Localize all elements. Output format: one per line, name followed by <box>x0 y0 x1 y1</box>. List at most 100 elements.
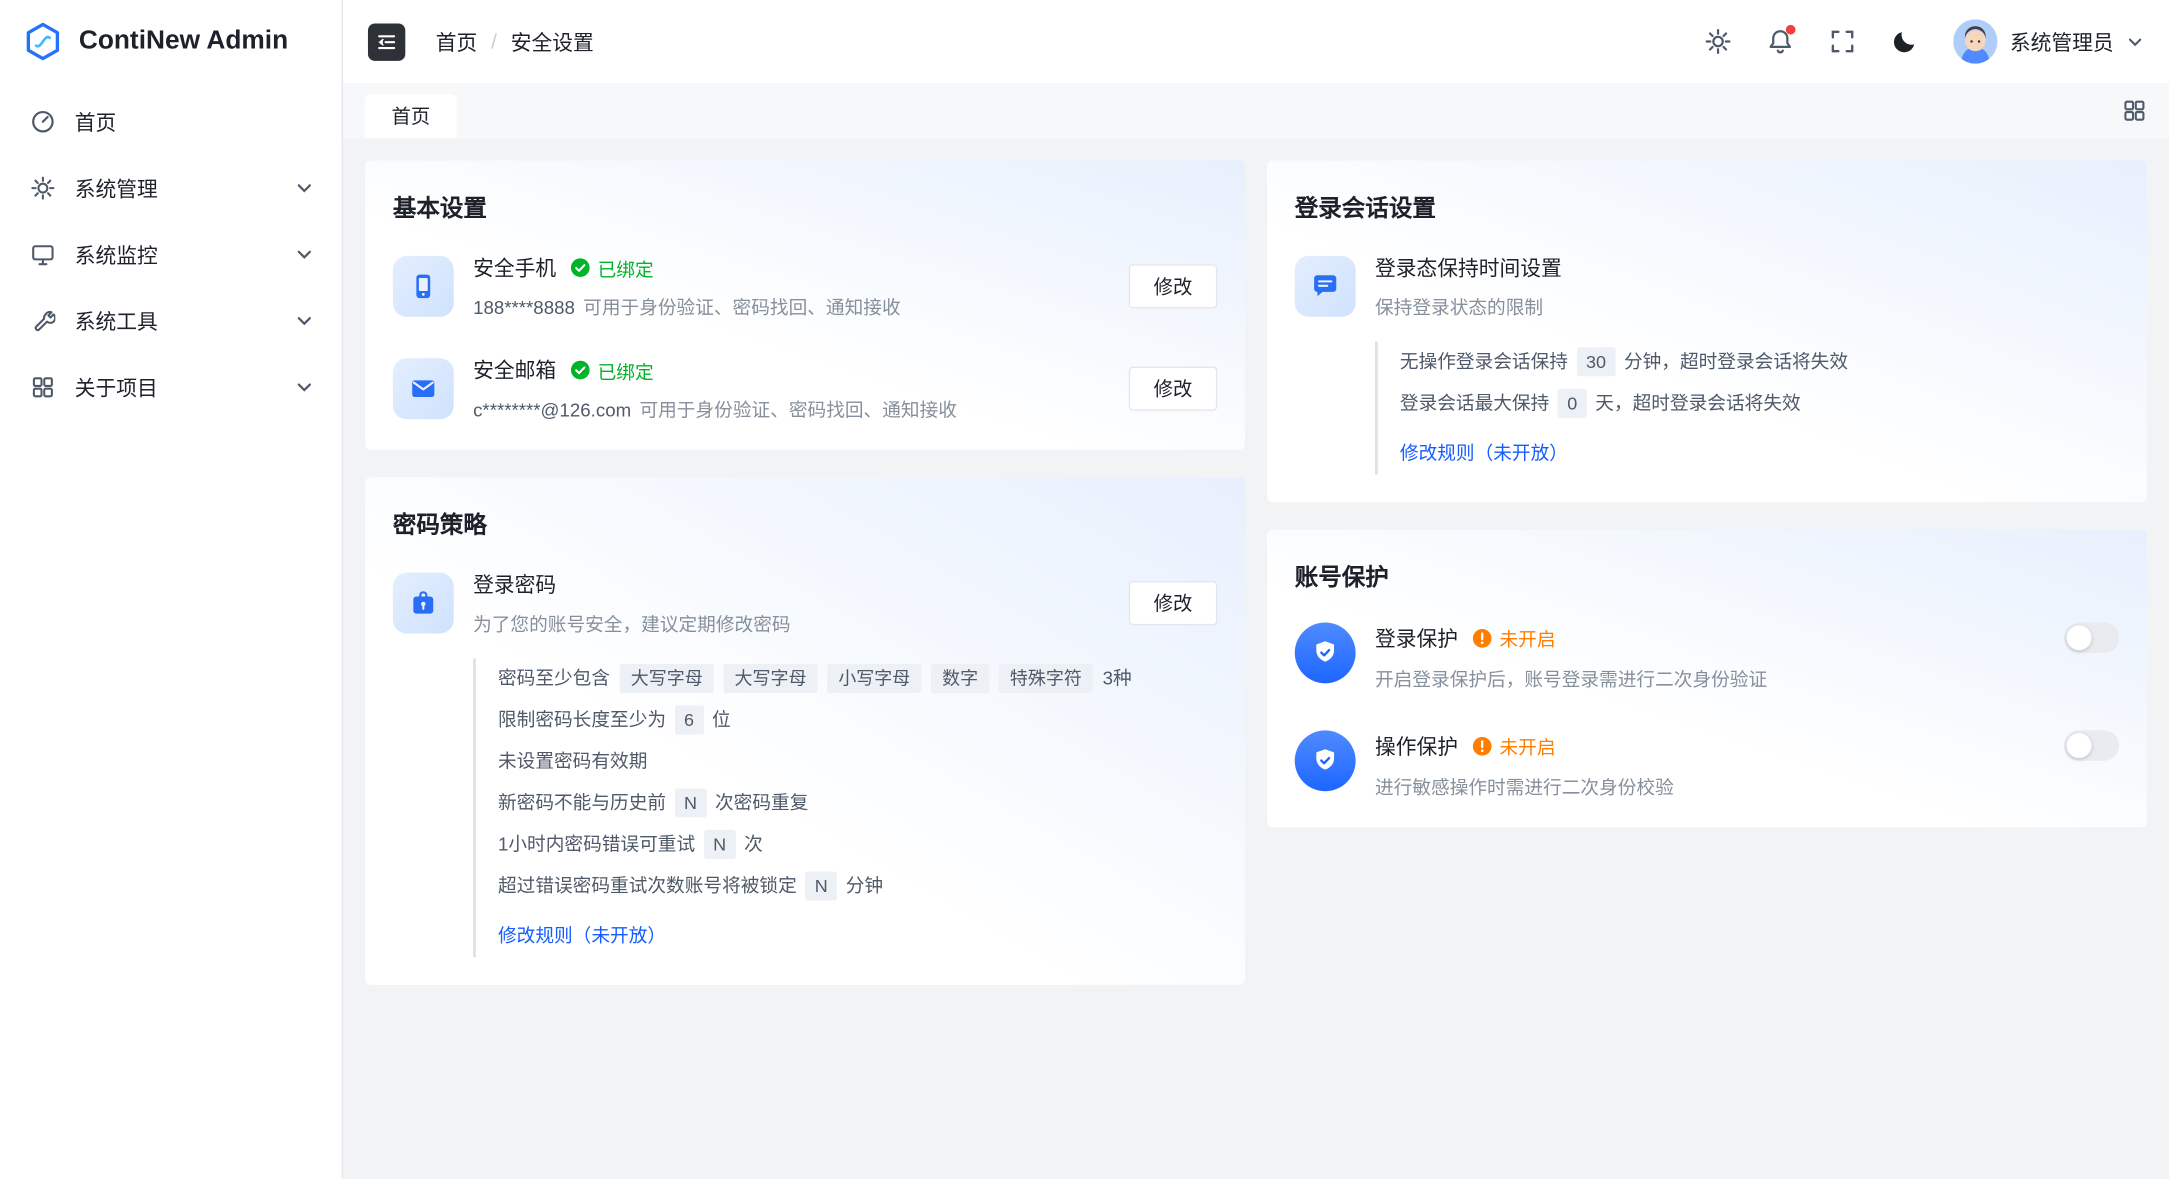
sidebar-item-label: 首页 <box>75 107 314 136</box>
rule-retry: 1小时内密码错误可重试N次 <box>498 824 1217 865</box>
card-title: 账号保护 <box>1295 557 2119 592</box>
notifications-bell-icon[interactable] <box>1766 28 1794 56</box>
app-root: ContiNew Admin 首页 系统管理 <box>0 0 2169 1179</box>
dark-mode-moon-icon[interactable] <box>1891 28 1919 56</box>
modify-rules-link[interactable]: 修改规则（未开放） <box>1400 433 1568 474</box>
chat-icon <box>1295 256 1356 317</box>
badge-label: 已绑定 <box>598 254 654 282</box>
account-protection-card: 账号保护 登录保护 未开启 <box>1267 530 2147 827</box>
shield-check-icon <box>1295 622 1356 683</box>
warning-circle-icon <box>1472 735 1493 756</box>
rule-length: 限制密码长度至少为6位 <box>498 700 1217 741</box>
row-subtitle: 为了您的账号安全，建议定期修改密码 <box>473 609 1109 637</box>
sidebar: ContiNew Admin 首页 系统管理 <box>0 0 343 1179</box>
tab-bar: 首页 <box>343 83 2169 138</box>
password-lock-icon <box>393 573 454 634</box>
row-body: 安全邮箱 已绑定 c********@126.com可用于身份验证、密码找回、通… <box>473 356 1109 422</box>
modify-email-button[interactable]: 修改 <box>1129 367 1218 411</box>
notification-dot <box>1786 25 1796 35</box>
not-enabled-badge: 未开启 <box>1472 624 1556 652</box>
app-logo-icon <box>22 21 63 62</box>
tab-home[interactable]: 首页 <box>365 94 456 138</box>
breadcrumb-separator: / <box>491 30 497 54</box>
bound-badge: 已绑定 <box>570 356 654 384</box>
shield-check-icon <box>1295 730 1356 791</box>
main-area: 首页 / 安全设置 <box>343 0 2169 1179</box>
value-chip: N <box>674 788 706 817</box>
switch-knob <box>2067 733 2092 758</box>
app-title: ContiNew Admin <box>79 26 288 56</box>
sidebar-item-system-tools[interactable]: 系统工具 <box>11 293 331 348</box>
user-menu[interactable]: 系统管理员 <box>1953 19 2144 63</box>
collapse-sidebar-button[interactable] <box>368 23 405 60</box>
sidebar-item-label: 系统管理 <box>75 174 276 203</box>
row-subtitle: c********@126.com可用于身份验证、密码找回、通知接收 <box>473 394 1109 422</box>
sidebar-menu: 首页 系统管理 系统监控 <box>0 83 342 437</box>
rule-expiry: 未设置密码有效期 <box>498 741 1217 782</box>
item-name: 安全邮箱 <box>473 356 556 385</box>
tag: 小写字母 <box>827 664 921 693</box>
tab-list-grid-icon[interactable] <box>2122 98 2147 123</box>
modify-password-button[interactable]: 修改 <box>1129 581 1218 625</box>
row-subtitle: 188****8888可用于身份验证、密码找回、通知接收 <box>473 292 1109 320</box>
tag: 数字 <box>931 664 989 693</box>
badge-label: 未开启 <box>1500 732 1556 760</box>
item-name: 操作保护 <box>1375 731 1458 760</box>
sidebar-item-label: 系统监控 <box>75 240 276 269</box>
password-rules: 密码至少包含大写字母大写字母小写字母数字特殊字符3种 限制密码长度至少为6位 未… <box>473 658 1217 957</box>
session-rules: 无操作登录会话保持30分钟，超时登录会话将失效 登录会话最大保持0天，超时登录会… <box>1375 342 2119 475</box>
row-subtitle: 进行敏感操作时需进行二次身份校验 <box>1375 772 2119 800</box>
chevron-down-icon <box>295 378 314 397</box>
dashboard-icon <box>30 109 55 134</box>
security-phone-row: 安全手机 已绑定 188****8888可用于身份验证、密码找回、通知接收 修改 <box>393 253 1217 319</box>
fullscreen-icon[interactable] <box>1829 28 1857 56</box>
item-name: 登录态保持时间设置 <box>1375 253 1562 282</box>
avatar <box>1953 19 1997 63</box>
tag: 特殊字符 <box>999 664 1093 693</box>
settings-icon[interactable] <box>1704 28 1732 56</box>
rule-lock: 超过错误密码重试次数账号将被锁定N分钟 <box>498 866 1217 907</box>
sidebar-item-system-monitor[interactable]: 系统监控 <box>11 227 331 282</box>
masked-phone: 188****8888 <box>473 297 575 318</box>
chevron-down-icon <box>2126 33 2144 51</box>
basic-settings-card: 基本设置 安全手机 已绑定 <box>365 160 1245 449</box>
warning-circle-icon <box>1472 627 1493 648</box>
right-column: 登录会话设置 登录态保持时间设置 保持登录状态的限制 <box>1267 160 2147 827</box>
sidebar-item-home[interactable]: 首页 <box>11 94 331 149</box>
password-policy-card: 密码策略 登录密码 为了您的账号安全，建议定期修改密码 修改 <box>365 477 1245 985</box>
item-name: 登录密码 <box>473 570 556 599</box>
value-chip: 6 <box>674 705 703 734</box>
tab-label: 首页 <box>391 102 430 130</box>
app-logo[interactable]: ContiNew Admin <box>0 0 342 83</box>
badge-label: 已绑定 <box>598 356 654 384</box>
row-subtitle: 开启登录保护后，账号登录需进行二次身份验证 <box>1375 664 2119 692</box>
left-column: 基本设置 安全手机 已绑定 <box>365 160 1245 984</box>
value-chip: N <box>703 830 735 859</box>
apps-grid-icon <box>30 375 55 400</box>
sidebar-item-label: 关于项目 <box>75 373 276 402</box>
masked-email: c********@126.com <box>473 400 631 421</box>
modify-phone-button[interactable]: 修改 <box>1129 264 1218 308</box>
toggle-operation-protection[interactable] <box>2064 730 2119 760</box>
item-name: 安全手机 <box>473 253 556 282</box>
rule-max-duration: 登录会话最大保持0天，超时登录会话将失效 <box>1400 383 2119 424</box>
toggle-login-protection[interactable] <box>2064 622 2119 652</box>
phone-icon <box>393 256 454 317</box>
row-body: 登录保护 未开启 开启登录保护后，账号登录需进行二次身份验证 <box>1375 622 2119 691</box>
chevron-down-icon <box>295 311 314 330</box>
badge-label: 未开启 <box>1500 624 1556 652</box>
chevron-down-icon <box>295 178 314 197</box>
sidebar-item-label: 系统工具 <box>75 306 276 335</box>
check-circle-icon <box>570 257 591 278</box>
chevron-down-icon <box>295 245 314 264</box>
sidebar-item-about-project[interactable]: 关于项目 <box>11 360 331 415</box>
rule-history: 新密码不能与历史前N次密码重复 <box>498 783 1217 824</box>
rule-contains: 密码至少包含大写字母大写字母小写字母数字特殊字符3种 <box>498 658 1217 699</box>
breadcrumb-home[interactable]: 首页 <box>436 27 478 56</box>
top-bar-actions: 系统管理员 <box>1704 19 2144 63</box>
row-body: 登录态保持时间设置 保持登录状态的限制 <box>1375 253 2119 319</box>
gear-icon <box>30 176 55 201</box>
sidebar-item-system-management[interactable]: 系统管理 <box>11 160 331 215</box>
modify-rules-link[interactable]: 修改规则（未开放） <box>498 916 666 957</box>
value-chip: 0 <box>1558 389 1587 418</box>
